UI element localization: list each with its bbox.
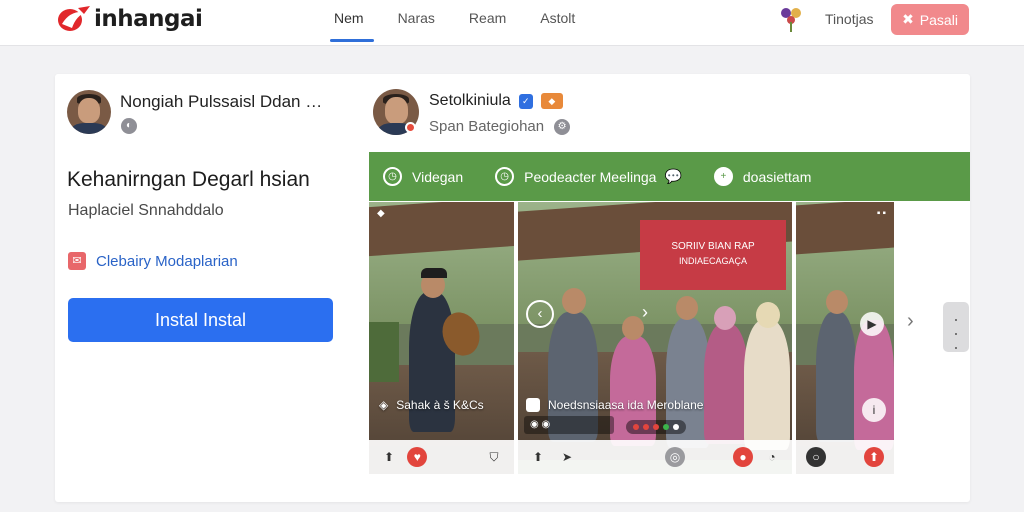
previous-arrow-icon[interactable]: ‹ <box>526 300 554 328</box>
install-button[interactable]: Instal Instal <box>68 298 333 342</box>
media-tile[interactable]: ◆ ◈ Sahak à š K&Cs ⬆ ♥ ⛉ <box>369 202 514 474</box>
nav-tab-4[interactable]: Astolt <box>536 0 579 46</box>
info-icon[interactable]: i <box>862 398 886 422</box>
signal-icons: ▪▪ <box>876 208 888 219</box>
bookmark-icon[interactable]: ▶ <box>860 312 884 336</box>
progress-dots <box>626 420 686 434</box>
plus-icon: + <box>713 167 733 186</box>
heart-icon[interactable]: ♥ <box>407 447 428 467</box>
share-up-icon[interactable]: ⬆ <box>379 447 399 467</box>
reaction-chip[interactable]: ◉ ◉ <box>524 416 614 434</box>
media-actions: ⬆ ♥ ⛉ <box>369 440 514 474</box>
top-header: inhangai Nem Naras Ream Astolt Tinotjas … <box>0 0 1024 46</box>
upload-icon[interactable]: ⬆ <box>864 447 884 467</box>
media-tabs-bar: ◷ Videgan ◷ Peodeacter Meelinga 💬 + doas… <box>369 152 970 201</box>
logo-text: inhangai <box>94 6 203 32</box>
verified-icon: ✓ <box>518 93 533 109</box>
media-actions: ⬆ ➤ ◎ ● ◔ <box>518 440 792 474</box>
category-link-label: Clebairy Modaplarian <box>96 252 238 270</box>
media-tile[interactable]: SORIIV BIAN RAP INDIAECAGAÇA ‹ › Noedsns… <box>518 202 792 474</box>
record-icon[interactable]: ○ <box>806 447 826 467</box>
post-subtitle: Haplaciel Snnahddalo <box>68 202 224 219</box>
page-subtitle: Span Bategiohan ⚙ <box>429 118 571 135</box>
badge-icon: ◆ <box>540 93 563 109</box>
header-link[interactable]: Tinotjas <box>825 11 874 27</box>
clock-icon: ◷ <box>383 167 402 186</box>
header-action-button[interactable]: ✖ Pasali <box>891 4 969 35</box>
send-icon[interactable]: ➤ <box>557 447 577 467</box>
tag-icon: ◈ <box>379 398 389 412</box>
left-panel: Nongiah Pulssaisl Ddan … ◐ Kehanirngan D… <box>55 74 355 502</box>
share-up-icon[interactable]: ⬆ <box>528 447 548 467</box>
close-icon: ✖ <box>902 11 914 27</box>
chat-bubble-icon: 💬 <box>664 168 682 184</box>
tab-people[interactable]: ◷ Peodeacter Meelinga 💬 <box>495 167 682 186</box>
more-vertical-icon[interactable]: · · · <box>943 302 969 356</box>
status-dot <box>405 122 416 133</box>
nav-tab-3[interactable]: Ream <box>465 0 510 46</box>
media-caption: Noedsnsiaasa ida Meroblane <box>526 398 703 412</box>
avatar[interactable] <box>67 90 111 134</box>
logo[interactable]: inhangai <box>56 4 203 34</box>
mail-icon: ✉ <box>68 252 86 270</box>
image-icon <box>526 398 540 412</box>
globe-icon: ◐ <box>121 118 137 134</box>
clock-icon: ◷ <box>495 167 515 186</box>
header-action-label: Pasali <box>919 11 958 28</box>
camera-icon[interactable]: ◎ <box>665 447 685 467</box>
author-name[interactable]: Nongiah Pulssaisl Ddan … <box>120 92 322 112</box>
tab-add[interactable]: + doasiettam <box>713 167 811 186</box>
flower-icon[interactable] <box>778 4 804 34</box>
pin-icon: ◆ <box>377 208 387 219</box>
banner: SORIIV BIAN RAP INDIAECAGAÇA <box>640 220 786 290</box>
media-tile[interactable]: ▪▪ ▶ i ○ ⬆ <box>796 202 894 474</box>
next-arrow-icon[interactable]: › <box>642 302 648 323</box>
page-author[interactable]: Setolkiniula ✓ ◆ <box>429 92 563 110</box>
media-actions: ○ ⬆ <box>796 440 894 474</box>
shield-icon[interactable]: ⛉ <box>484 447 504 467</box>
top-nav: Nem Naras Ream Astolt <box>330 0 605 46</box>
nav-tab-2[interactable]: Naras <box>394 0 439 46</box>
tab-videos[interactable]: ◷ Videgan <box>383 167 463 186</box>
post-card: Nongiah Pulssaisl Ddan … ◐ Kehanirngan D… <box>55 74 970 502</box>
post-title: Kehanirngan Degarl hsian <box>67 168 310 191</box>
chevron-right-icon[interactable]: › <box>907 310 914 333</box>
category-link[interactable]: ✉ Clebairy Modaplarian <box>68 252 238 270</box>
record-icon[interactable]: ● <box>733 447 753 467</box>
media-caption: ◈ Sahak à š K&Cs <box>379 398 484 412</box>
comment-icon[interactable]: ◔ <box>762 447 782 467</box>
more-icon[interactable]: … <box>305 92 322 111</box>
nav-tab-1[interactable]: Nem <box>330 0 374 46</box>
settings-icon[interactable]: ⚙ <box>554 118 571 135</box>
logo-swirl-icon <box>58 6 90 31</box>
